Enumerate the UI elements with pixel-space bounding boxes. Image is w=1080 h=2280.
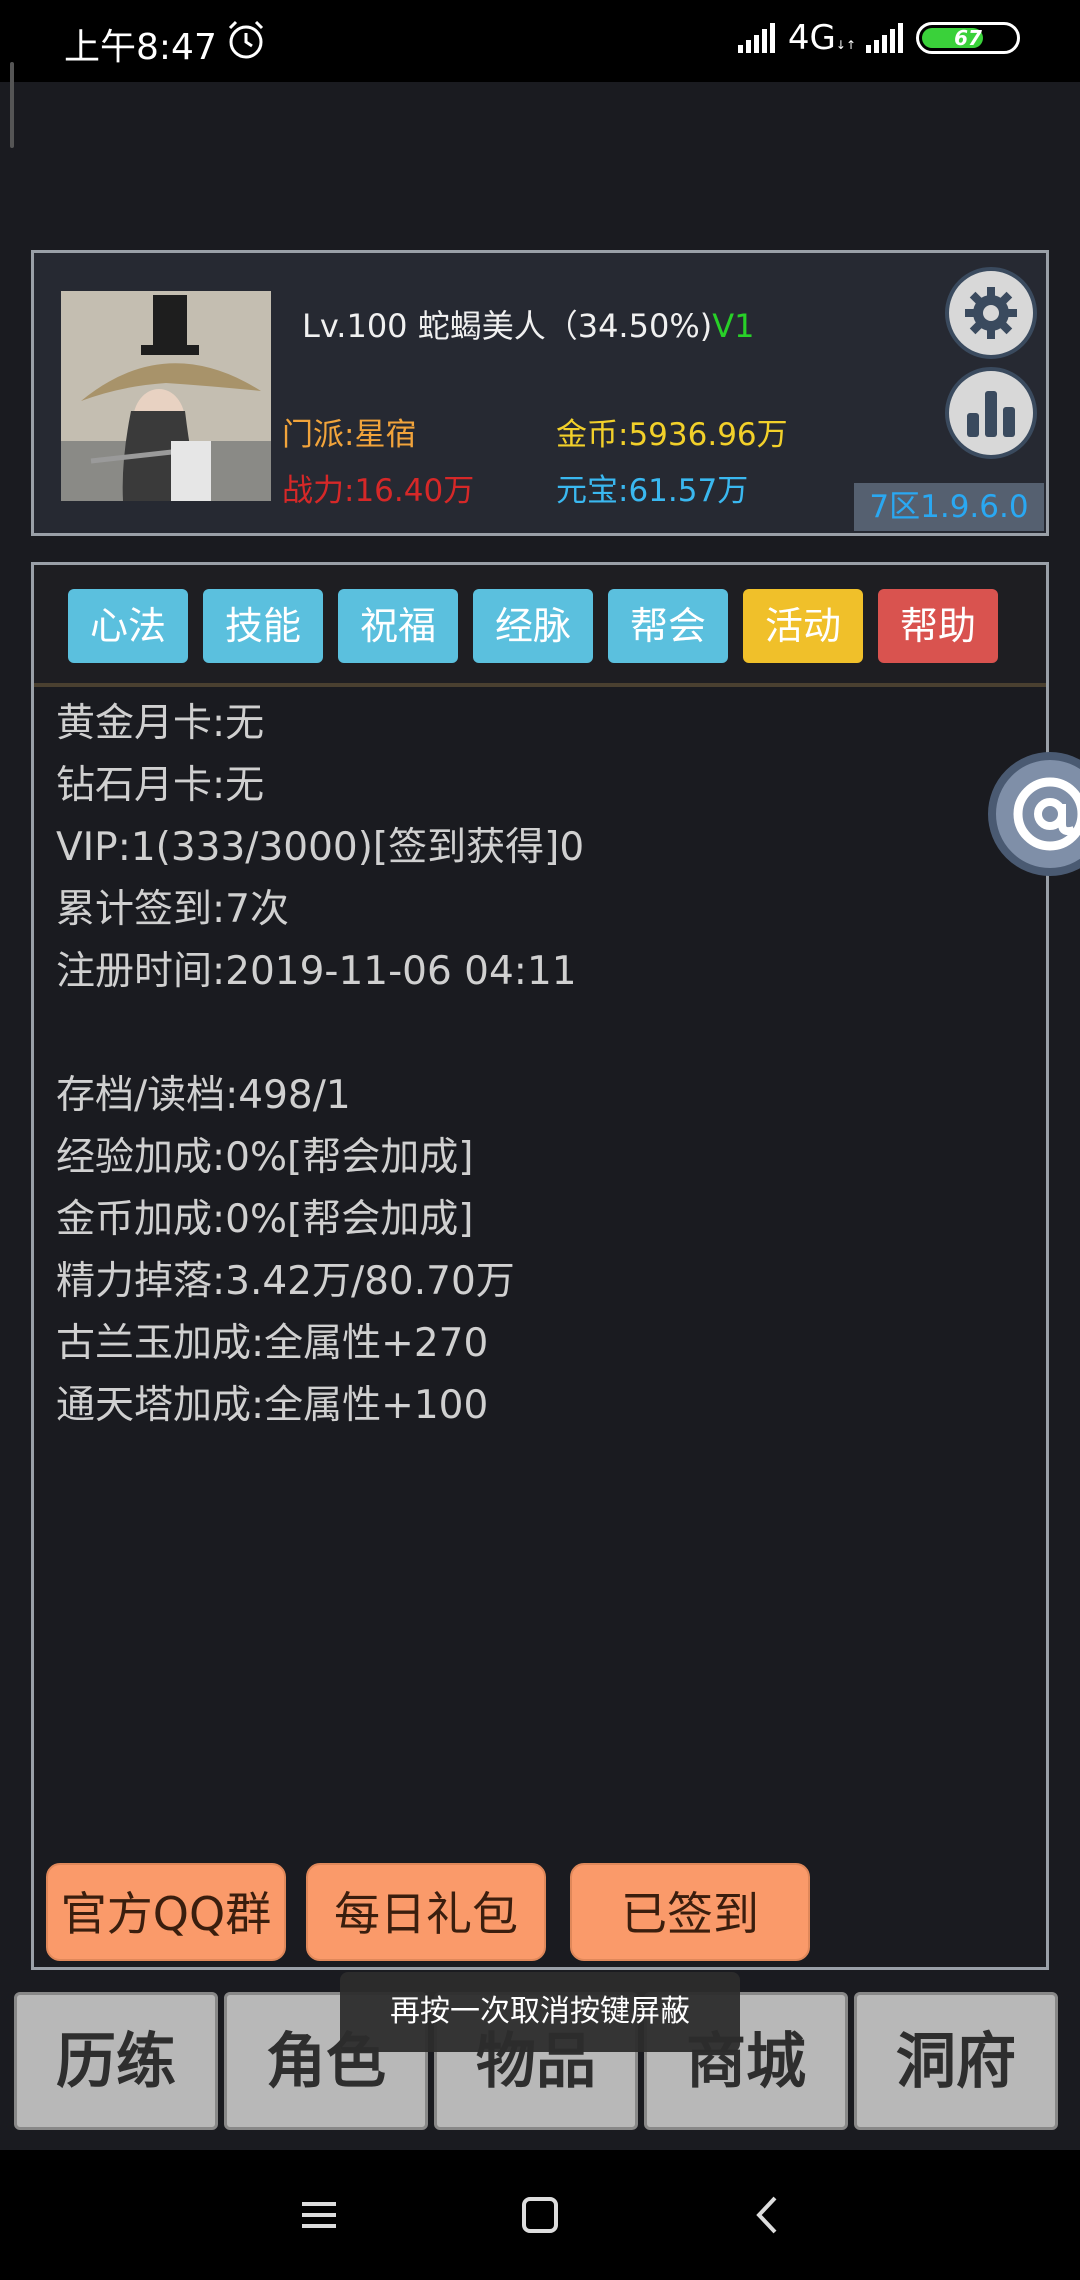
at-icon (1013, 777, 1080, 851)
nav-cave[interactable]: 洞府 (854, 1992, 1058, 2130)
home-icon[interactable] (515, 2190, 565, 2240)
player-info: 黄金月卡:无 钻石月卡:无 VIP:1(333/3000)[签到获得]0 累计签… (56, 693, 584, 1437)
signal-icon (737, 23, 775, 53)
signal-icon-2 (866, 23, 903, 53)
vip-progress: VIP:1(333/3000)[签到获得]0 (56, 825, 585, 870)
qq-group-button[interactable]: 官方QQ群 (46, 1863, 286, 1961)
power-label: 战力:16.40万 (282, 473, 475, 509)
tower-bonus: 通天塔加成:全属性+100 (56, 1383, 489, 1428)
gulan-jade-bonus: 古兰玉加成:全属性+270 (56, 1321, 489, 1366)
settings-button[interactable] (945, 267, 1037, 359)
exp-bonus: 经验加成:0%[帮会加成] (56, 1135, 474, 1180)
tab-meridians[interactable]: 经脉 (473, 589, 593, 663)
tab-skills[interactable]: 技能 (203, 589, 323, 663)
ingot-label: 元宝:61.57万 (556, 473, 749, 509)
save-load-count: 存档/读档:498/1 (56, 1073, 351, 1118)
network-type: 4G↓↑ (787, 18, 856, 58)
daily-gift-button[interactable]: 每日礼包 (306, 1863, 546, 1961)
ranking-button[interactable] (945, 367, 1037, 459)
main-panel: 心法 技能 祝福 经脉 帮会 活动 帮助 黄金月卡:无 钻石月卡:无 VIP:1… (31, 562, 1049, 1970)
status-bar: 上午8:47 4G↓↑ 67 (0, 0, 1080, 82)
gold-bonus: 金币加成:0%[帮会加成] (56, 1197, 474, 1242)
gold-label: 金币:5936.96万 (556, 417, 788, 453)
signin-count: 累计签到:7次 (56, 887, 289, 932)
vip-level: V1 (712, 307, 755, 345)
sect-label: 门派:星宿 (282, 417, 417, 453)
battery-level: 67 (954, 26, 982, 50)
tab-blessing[interactable]: 祝福 (338, 589, 458, 663)
toast-message: 再按一次取消按键屏蔽 (340, 1972, 740, 2052)
tab-help[interactable]: 帮助 (878, 589, 998, 663)
status-time: 上午8:47 (64, 27, 217, 68)
nav-training[interactable]: 历练 (14, 1992, 218, 2130)
tab-events[interactable]: 活动 (743, 589, 863, 663)
tab-xinfa[interactable]: 心法 (68, 589, 188, 663)
gear-icon (965, 287, 1017, 339)
system-nav-bar (0, 2150, 1080, 2280)
tab-bar: 心法 技能 祝福 经脉 帮会 活动 帮助 (34, 565, 1046, 687)
edge-handle[interactable] (10, 62, 14, 148)
alarm-icon (228, 20, 264, 59)
register-time: 注册时间:2019-11-06 04:11 (56, 949, 577, 994)
back-icon[interactable] (743, 2190, 793, 2240)
signed-in-button[interactable]: 已签到 (570, 1863, 810, 1961)
gold-month-card: 黄金月卡:无 (56, 701, 265, 746)
server-version: 7区1.9.6.0 (854, 483, 1044, 531)
battery-icon: 67 (916, 22, 1020, 54)
avatar[interactable] (61, 291, 271, 501)
energy-drop: 精力掉落:3.42万/80.70万 (56, 1259, 515, 1304)
diamond-month-card: 钻石月卡:无 (56, 763, 265, 808)
profile-card: Lv.100 蛇蝎美人（34.50%)V1 门派:星宿 战力:16.40万 金币… (31, 250, 1049, 536)
level-name: Lv.100 蛇蝎美人（34.50%)V1 (302, 307, 755, 345)
menu-icon[interactable] (294, 2190, 344, 2240)
bar-chart-icon (967, 391, 1015, 437)
tab-guild[interactable]: 帮会 (608, 589, 728, 663)
